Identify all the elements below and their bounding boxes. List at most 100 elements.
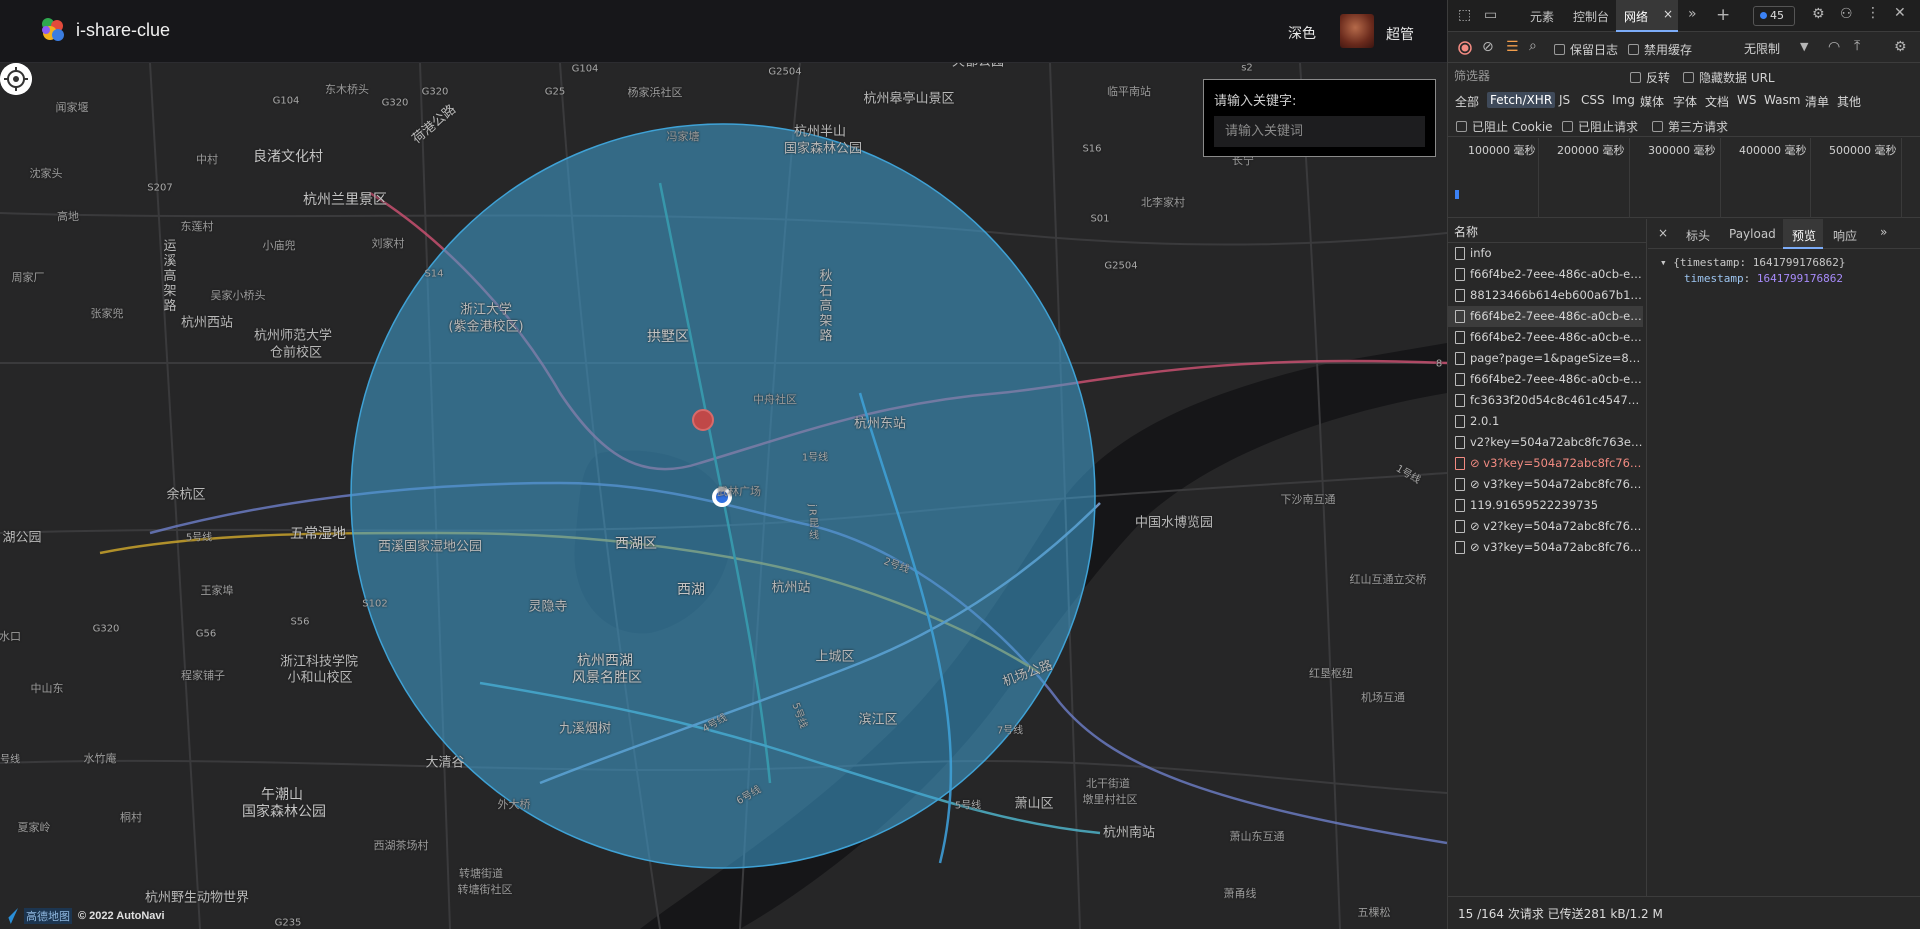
inspect-icon[interactable]: ⬚	[1458, 7, 1471, 23]
request-row[interactable]: page?page=1&pageSize=8&...	[1448, 348, 1643, 369]
blocked-requests-checkbox[interactable]: 已阻止请求	[1562, 118, 1638, 135]
map-label: 国家森林公园	[242, 804, 326, 820]
tab-headers[interactable]: 标头	[1686, 227, 1710, 244]
map-label: 杭州皋亭山景区	[863, 91, 955, 107]
attribution-brand[interactable]: 高德地图	[24, 908, 72, 924]
map-label: G320	[421, 86, 449, 98]
document-icon	[1455, 478, 1465, 491]
hide-data-urls-checkbox[interactable]: 隐藏数据 URL	[1683, 69, 1775, 86]
tab-network[interactable]: 网络 ×	[1616, 0, 1678, 32]
close-detail-icon[interactable]: ×	[1658, 226, 1668, 240]
preview-summary[interactable]: ▾ {timestamp: 1641799176862}	[1660, 255, 1920, 271]
request-row[interactable]: ⊘ v3?key=504a72abc8fc763e...	[1448, 474, 1643, 495]
type-filter-font[interactable]: 字体	[1670, 92, 1700, 111]
request-row[interactable]: ⊘ v3?key=504a72abc8fc763e...	[1448, 453, 1643, 474]
devtools-tabbar: ⬚ ▭ 元素 控制台 网络 × » + 45 ⚙ ⚇ ⋮ ✕	[1448, 0, 1920, 32]
request-row[interactable]: ⊘ v3?key=504a72abc8fc763e...	[1448, 537, 1643, 558]
request-name: fc3633f20d54c8c461c454799d...	[1470, 393, 1643, 407]
invert-checkbox[interactable]: 反转	[1630, 69, 1670, 86]
device-toolbar-icon[interactable]: ▭	[1484, 7, 1497, 23]
close-devtools-icon[interactable]: ✕	[1894, 5, 1906, 21]
request-row[interactable]: v2?key=504a72abc8fc763e81...	[1448, 432, 1643, 453]
tab-response[interactable]: 响应	[1833, 227, 1857, 244]
kebab-menu-icon[interactable]: ⋮	[1866, 5, 1880, 21]
network-conditions-icon[interactable]: ◠	[1828, 39, 1840, 55]
timeline-gridline	[1720, 138, 1721, 218]
type-filter-media[interactable]: 媒体	[1637, 92, 1667, 111]
keyword-search-input[interactable]	[1214, 116, 1425, 147]
map-label: 五棵松	[1357, 906, 1391, 919]
map-label: 闻家堰	[55, 101, 89, 114]
request-row[interactable]: f66f4be2-7eee-486c-a0cb-ef9...	[1448, 327, 1643, 348]
request-row[interactable]: 2.0.1	[1448, 411, 1643, 432]
map-label: 5号线	[954, 800, 982, 812]
map-label: 萧山区	[1014, 796, 1054, 812]
third-party-checkbox[interactable]: 第三方请求	[1652, 118, 1728, 135]
close-icon[interactable]: ×	[1663, 7, 1673, 21]
map-label: 杭州南站	[1102, 825, 1156, 841]
type-filter-fetch-xhr[interactable]: Fetch/XHR	[1487, 92, 1556, 108]
type-filter-all[interactable]: 全部	[1452, 92, 1482, 111]
locate-icon[interactable]	[0, 63, 32, 95]
document-icon	[1455, 247, 1465, 260]
tab-payload[interactable]: Payload	[1729, 227, 1776, 241]
request-row[interactable]: info	[1448, 243, 1643, 264]
filter-icon[interactable]: ☰	[1506, 39, 1519, 55]
disable-cache-checkbox[interactable]: 禁用缓存	[1628, 41, 1692, 58]
map-label: G56	[195, 628, 217, 640]
type-filter-other[interactable]: 其他	[1834, 92, 1864, 111]
throttle-select[interactable]: 无限制	[1744, 40, 1780, 57]
filter-input[interactable]	[1450, 67, 1615, 85]
type-filter-wasm[interactable]: Wasm	[1761, 92, 1803, 108]
add-tab-icon[interactable]: +	[1716, 5, 1730, 25]
chevron-down-icon[interactable]: ▼	[1800, 40, 1808, 53]
timeline-tick: 400000 毫秒	[1739, 144, 1807, 157]
type-filter-doc[interactable]: 文档	[1702, 92, 1732, 111]
request-name: info	[1470, 246, 1492, 260]
request-row[interactable]: f66f4be2-7eee-486c-a0cb-ef9...	[1448, 369, 1643, 390]
map-label: (紫金港校区)	[448, 319, 524, 335]
user-name[interactable]: 超管	[1386, 24, 1414, 44]
import-har-icon[interactable]: ⤒	[1854, 38, 1860, 54]
hide-data-urls-label: 隐藏数据 URL	[1699, 71, 1775, 85]
map-label: 杭州兰里景区	[303, 192, 387, 208]
type-filter-manifest[interactable]: 清单	[1802, 92, 1832, 111]
customize-icon[interactable]: ⚇	[1840, 6, 1853, 22]
type-filter-js[interactable]: JS	[1556, 92, 1573, 108]
settings-icon[interactable]: ⚙	[1812, 6, 1825, 22]
network-settings-icon[interactable]: ⚙	[1894, 39, 1907, 55]
type-filter-ws[interactable]: WS	[1734, 92, 1759, 108]
map-label: 良渚文化村	[253, 149, 323, 165]
more-detail-tabs-icon[interactable]: »	[1880, 225, 1887, 239]
search-icon[interactable]: ⌕	[1529, 38, 1537, 54]
record-icon[interactable]	[1458, 41, 1472, 55]
map-label: 下沙南互通	[1280, 493, 1336, 506]
user-avatar[interactable]	[1340, 14, 1374, 48]
more-tabs-icon[interactable]: »	[1688, 6, 1697, 22]
request-row[interactable]: 88123466b614eb600a67b1fde...	[1448, 285, 1643, 306]
request-detail: × 标头 Payload 预览 响应 » ▾ {timestamp: 16417…	[1648, 219, 1920, 896]
request-list-header[interactable]: 名称	[1448, 219, 1646, 243]
type-filter-css[interactable]: CSS	[1578, 92, 1608, 108]
theme-toggle[interactable]: 深色	[1288, 23, 1316, 43]
tab-elements[interactable]: 元素	[1530, 8, 1554, 25]
map-label: 临平南站	[1107, 85, 1151, 98]
tab-console[interactable]: 控制台	[1573, 8, 1609, 25]
network-timeline[interactable]: 100000 毫秒 200000 毫秒 300000 毫秒 400000 毫秒 …	[1448, 138, 1920, 218]
map-label: 冯家塘	[666, 130, 700, 143]
type-filter-img[interactable]: Img	[1609, 92, 1638, 108]
clear-icon[interactable]: ⊘	[1482, 39, 1494, 55]
request-row[interactable]: f66f4be2-7eee-486c-a0cb-ef9...	[1448, 306, 1643, 327]
document-icon	[1455, 436, 1465, 449]
issues-badge[interactable]: 45	[1753, 6, 1795, 26]
request-row[interactable]: f66f4be2-7eee-486c-a0cb-ef9...	[1448, 264, 1643, 285]
request-row[interactable]: 119.91659522239735	[1448, 495, 1643, 516]
tab-preview[interactable]: 预览	[1783, 219, 1823, 249]
document-icon	[1455, 541, 1465, 554]
blocked-cookies-checkbox[interactable]: 已阻止 Cookie	[1456, 118, 1553, 135]
issue-dot-icon	[1760, 12, 1767, 19]
request-row[interactable]: ⊘ v2?key=504a72abc8fc763e...	[1448, 516, 1643, 537]
preserve-log-checkbox[interactable]: 保留日志	[1554, 41, 1618, 58]
map-canvas[interactable]: 东木桥头 G320 G104 杨家浜社区 G2504 天都公园 临平南站 闻家堰…	[0, 55, 1447, 929]
request-row[interactable]: fc3633f20d54c8c461c454799d...	[1448, 390, 1643, 411]
